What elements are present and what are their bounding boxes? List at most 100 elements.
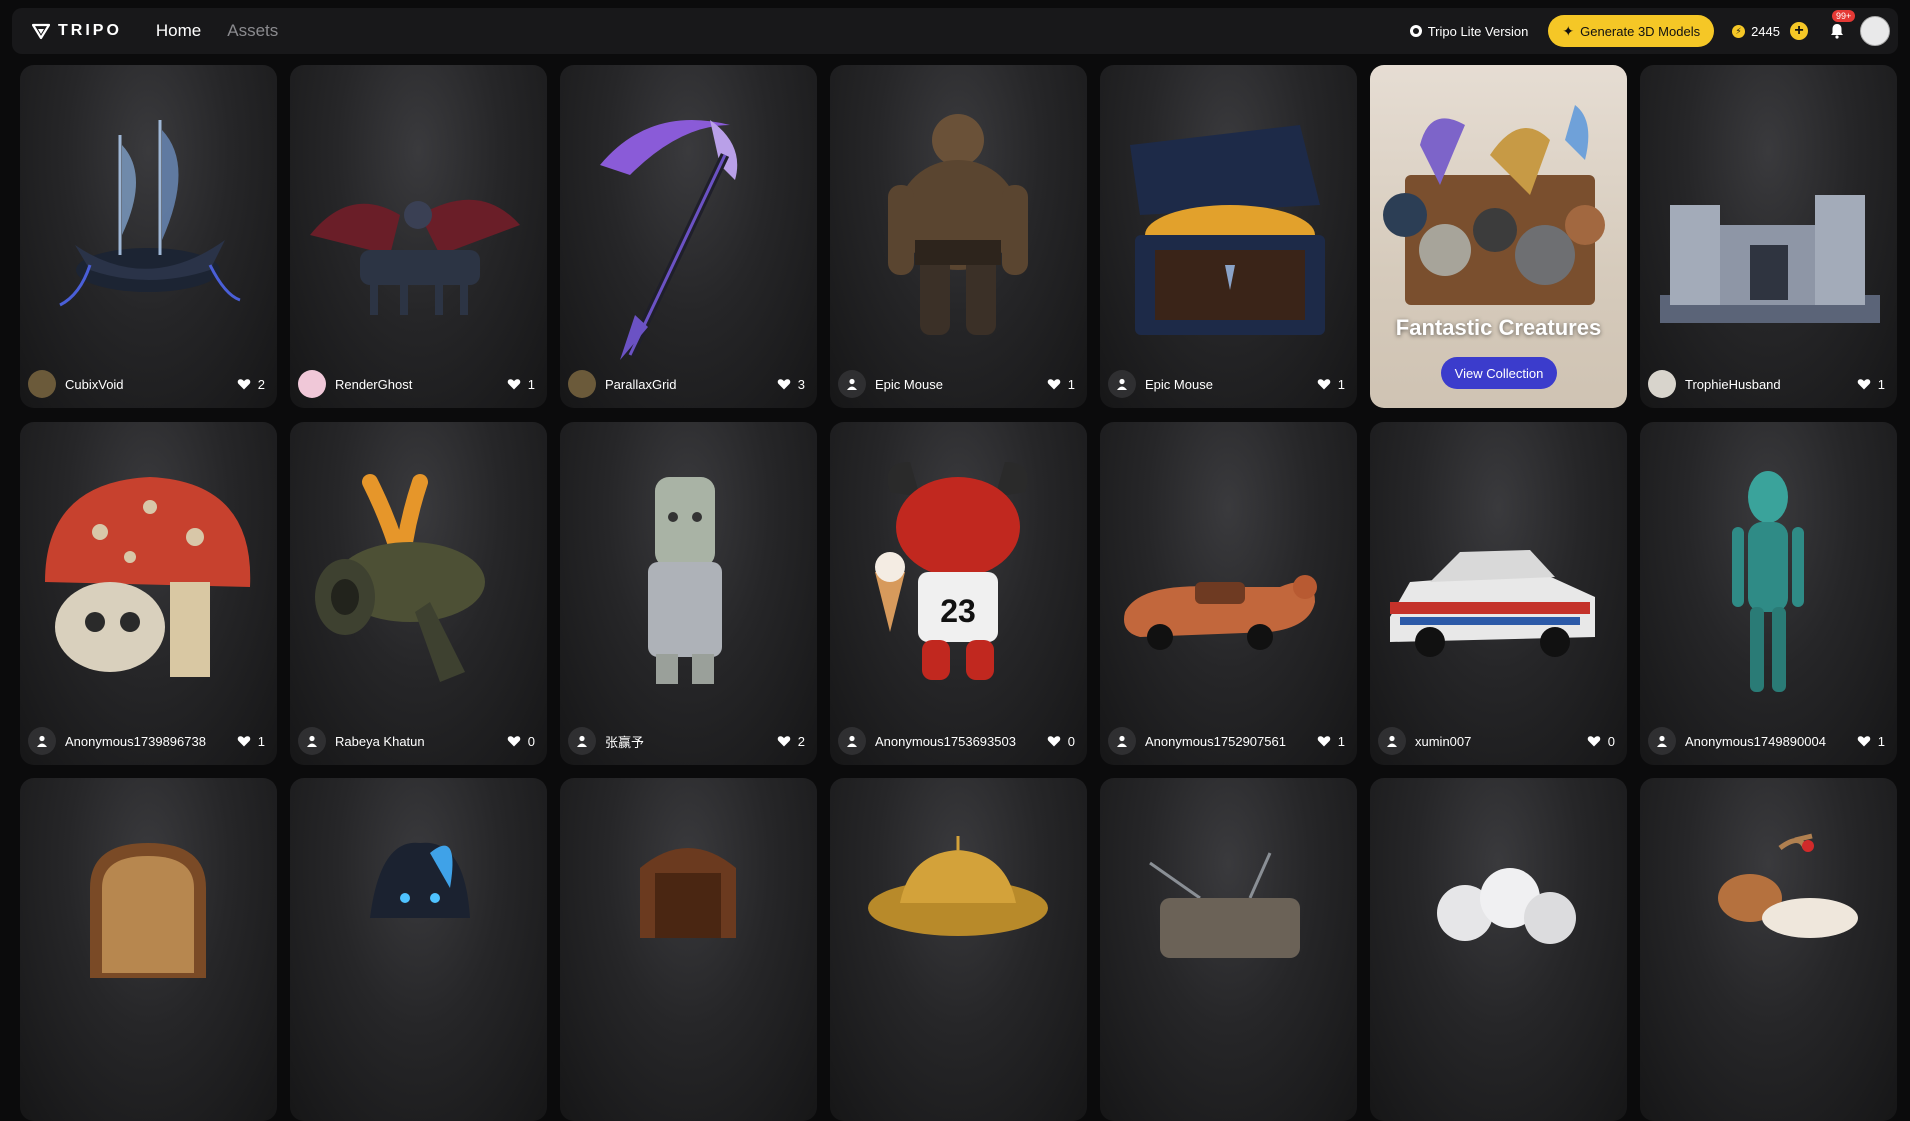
user-avatar-icon — [1378, 727, 1406, 755]
like-button[interactable]: 0 — [1587, 734, 1615, 749]
user-avatar-icon — [1108, 370, 1136, 398]
model-card[interactable]: TrophieHusband 1 — [1640, 65, 1897, 408]
heart-icon — [777, 736, 791, 747]
heart-icon — [1317, 736, 1331, 747]
like-count: 1 — [1337, 376, 1345, 392]
bell-icon — [1831, 24, 1843, 39]
like-count: 0 — [1607, 733, 1615, 749]
mushroom-skull-thumbnail — [45, 477, 251, 677]
card-username: ParallaxGrid — [605, 376, 677, 392]
model-card[interactable]: Anonymous1739896738 1 — [20, 422, 277, 765]
alien-figure-thumbnail — [1732, 471, 1804, 692]
user-avatar-icon — [568, 370, 596, 398]
winged-chariot-thumbnail — [310, 199, 520, 315]
lite-version-link[interactable]: Tripo Lite Version — [1409, 23, 1529, 39]
like-count: 1 — [1337, 733, 1345, 749]
model-card[interactable] — [560, 778, 817, 1121]
credits-balance: ⚡ 2445 — [1732, 24, 1780, 39]
lite-version-label: Tripo Lite Version — [1427, 23, 1529, 39]
generate-3d-models-button[interactable]: ✦ Generate 3D Models — [1548, 15, 1715, 47]
collection-title: Fantastic Creatures — [1395, 315, 1602, 340]
like-button[interactable]: 1 — [1317, 734, 1345, 749]
like-button[interactable]: 0 — [507, 734, 535, 749]
heart-icon — [237, 736, 251, 747]
featured-collection-card[interactable]: Fantastic Creatures View Collection — [1370, 65, 1627, 408]
like-button[interactable]: 1 — [1857, 377, 1885, 392]
model-card[interactable] — [1100, 778, 1357, 1121]
nav-home[interactable]: Home — [156, 21, 201, 41]
like-count: 1 — [257, 733, 265, 749]
nav-assets[interactable]: Assets — [227, 21, 278, 41]
model-card[interactable] — [1370, 778, 1627, 1121]
stone-cannon-thumbnail — [315, 474, 485, 682]
view-collection-button[interactable]: View Collection — [1441, 357, 1557, 389]
like-button[interactable]: 2 — [777, 734, 805, 749]
like-button[interactable]: 1 — [1047, 377, 1075, 392]
like-button[interactable]: 3 — [777, 377, 805, 392]
coin-icon: ⚡ — [1732, 24, 1746, 38]
toy-reindeer-thumbnail — [1718, 833, 1858, 938]
generate-button-label: Generate 3D Models — [1580, 23, 1701, 39]
like-count: 1 — [1877, 733, 1885, 749]
model-card[interactable]: xumin007 0 — [1370, 422, 1627, 765]
like-button[interactable]: 1 — [237, 734, 265, 749]
user-avatar-icon — [1648, 370, 1676, 398]
card-username: Epic Mouse — [1145, 376, 1213, 392]
like-count: 1 — [1067, 376, 1075, 392]
tripo-logo[interactable]: TRIPO — [32, 8, 122, 54]
model-card[interactable] — [290, 778, 547, 1121]
sparkle-icon: ✦ — [1562, 22, 1575, 39]
card-username: Anonymous1753693503 — [875, 733, 1016, 749]
red-devil-mascot-thumbnail: 23 — [875, 462, 1028, 680]
like-count: 3 — [797, 376, 805, 392]
model-card[interactable]: 23 Anonymous1753693503 0 — [830, 422, 1087, 765]
like-count: 2 — [257, 376, 265, 392]
heart-icon — [237, 379, 251, 390]
like-button[interactable]: 2 — [237, 377, 265, 392]
like-count: 0 — [1067, 733, 1075, 749]
model-card[interactable]: ParallaxGrid 3 — [560, 65, 817, 408]
notifications-button[interactable]: 99+ — [1828, 10, 1856, 40]
card-username: Anonymous1739896738 — [65, 733, 206, 749]
notification-badge: 99+ — [1832, 10, 1856, 22]
heart-icon — [507, 379, 521, 390]
like-button[interactable]: 1 — [1317, 377, 1345, 392]
treasure-chest-thumbnail — [1130, 125, 1325, 335]
like-count: 2 — [797, 733, 805, 749]
model-card[interactable] — [20, 778, 277, 1121]
model-card[interactable]: Epic Mouse 1 — [1100, 65, 1357, 408]
white-flowers-thumbnail — [1437, 868, 1576, 944]
card-username: TrophieHusband — [1685, 376, 1781, 392]
heart-icon — [507, 736, 521, 747]
user-avatar-icon — [1108, 727, 1136, 755]
ghost-pirate-ship-thumbnail — [59, 120, 241, 307]
model-card[interactable]: Rabeya Khatun 0 — [290, 422, 547, 765]
like-count: 1 — [1877, 376, 1885, 392]
top-navigation-bar: TRIPO Home Assets Tripo Lite Version ✦ G… — [12, 8, 1898, 54]
sausage-car-thumbnail — [1124, 575, 1317, 650]
model-card[interactable]: Anonymous1749890004 1 — [1640, 422, 1897, 765]
model-card[interactable]: Anonymous1752907561 1 — [1100, 422, 1357, 765]
user-avatar[interactable] — [1860, 16, 1890, 46]
like-button[interactable]: 0 — [1047, 734, 1075, 749]
model-card[interactable]: RenderGhost 1 — [290, 65, 547, 408]
model-card[interactable]: CubixVoid 2 — [20, 65, 277, 408]
heart-icon — [1857, 736, 1871, 747]
card-username: Anonymous1752907561 — [1145, 733, 1286, 749]
model-card[interactable] — [830, 778, 1087, 1121]
model-card[interactable] — [1640, 778, 1897, 1121]
heart-icon — [1047, 736, 1061, 747]
model-card[interactable]: Epic Mouse 1 — [830, 65, 1087, 408]
heart-icon — [1857, 379, 1871, 390]
like-button[interactable]: 1 — [507, 377, 535, 392]
card-username: Rabeya Khatun — [335, 733, 425, 749]
blue-flame-hood-thumbnail — [370, 842, 470, 918]
model-card[interactable]: 张赢予 2 — [560, 422, 817, 765]
stone-castle-thumbnail — [1660, 195, 1880, 323]
credits-value: 2445 — [1751, 23, 1780, 39]
like-button[interactable]: 1 — [1857, 734, 1885, 749]
card-username: Anonymous1749890004 — [1685, 733, 1826, 749]
heart-icon — [1317, 379, 1331, 390]
add-credits-button[interactable]: + — [1790, 22, 1808, 40]
header-tools: Tripo Lite Version ✦ Generate 3D Models … — [1409, 8, 1898, 54]
